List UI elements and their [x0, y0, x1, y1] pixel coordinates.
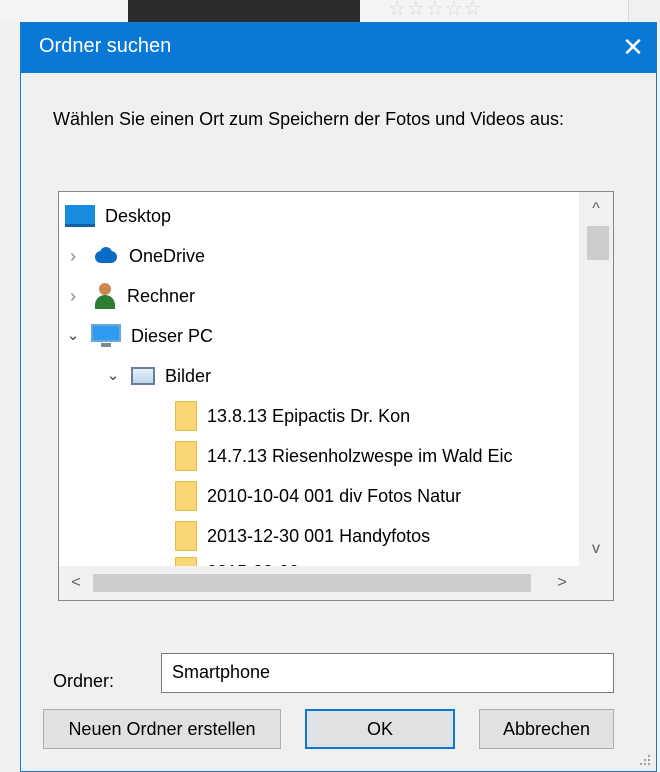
cancel-button[interactable]: Abbrechen: [479, 709, 614, 749]
background-rating-stars: ☆☆☆☆☆: [388, 0, 483, 20]
tree-item-label: Bilder: [165, 365, 212, 386]
folder-icon: [175, 441, 197, 471]
titlebar: Ordner suchen ✕: [21, 23, 656, 73]
chevron-down-icon[interactable]: ⌄: [65, 328, 81, 344]
scroll-up-icon[interactable]: ^: [579, 192, 613, 226]
tree-item-folder[interactable]: 14.7.13 Riesenholzwespe im Wald Eic: [175, 436, 512, 476]
vertical-scrollbar[interactable]: ^ v: [579, 192, 613, 600]
tree-item-label: Dieser PC: [131, 325, 214, 346]
folder-field-label: Ordner:: [53, 671, 115, 691]
dialog-title: Ordner suchen: [39, 35, 172, 57]
horizontal-scroll-thumb[interactable]: [93, 574, 531, 592]
new-folder-button[interactable]: Neuen Ordner erstellen: [43, 709, 281, 749]
tree-item-folder[interactable]: 13.8.13 Epipactis Dr. Kon: [175, 396, 410, 436]
chevron-right-icon[interactable]: ›: [65, 247, 81, 265]
tree-item-label: Desktop: [105, 205, 172, 226]
tree-item-onedrive[interactable]: › OneDrive: [65, 236, 205, 276]
ok-button[interactable]: OK: [305, 709, 455, 749]
tree-item-label: 2013-12-30 001 Handyfotos: [207, 525, 431, 546]
scroll-down-icon[interactable]: v: [579, 532, 613, 566]
folder-tree[interactable]: Desktop › OneDrive › Rechner ⌄ Dieser PC…: [58, 191, 614, 601]
dialog-prompt: Wählen Sie einen Ort zum Speichern der F…: [53, 109, 564, 129]
tree-item-rechner[interactable]: › Rechner: [65, 276, 195, 316]
onedrive-icon: [91, 247, 119, 265]
resize-grip-icon[interactable]: [638, 753, 652, 767]
close-icon[interactable]: ✕: [618, 30, 648, 64]
folder-name-input[interactable]: Smartphone: [161, 653, 614, 693]
folder-icon: [175, 521, 197, 551]
scroll-corner: [579, 566, 613, 600]
folder-icon: [175, 481, 197, 511]
tree-item-bilder[interactable]: ⌄ Bilder: [105, 356, 211, 396]
user-icon: [93, 283, 117, 309]
tree-item-label: Rechner: [127, 285, 196, 306]
desktop-icon: [65, 205, 95, 227]
scroll-right-icon[interactable]: >: [545, 566, 579, 600]
background-app-left: [0, 0, 20, 772]
horizontal-scrollbar[interactable]: < >: [59, 566, 579, 600]
computer-icon: [91, 324, 121, 348]
tree-item-folder[interactable]: 2010-10-04 001 div Fotos Natur: [175, 476, 461, 516]
tree-item-label: 13.8.13 Epipactis Dr. Kon: [207, 405, 411, 426]
tree-item-label: 14.7.13 Riesenholzwespe im Wald Eic: [207, 445, 513, 466]
scroll-left-icon[interactable]: <: [59, 566, 93, 600]
browse-folder-dialog: Ordner suchen ✕ Wählen Sie einen Ort zum…: [20, 22, 657, 772]
pictures-icon: [131, 367, 155, 385]
tree-item-label: OneDrive: [129, 245, 206, 266]
vertical-scroll-thumb[interactable]: [587, 226, 609, 260]
chevron-down-icon[interactable]: ⌄: [105, 368, 121, 384]
tree-item-label: 2010-10-04 001 div Fotos Natur: [207, 485, 462, 506]
folder-icon: [175, 401, 197, 431]
tree-item-folder[interactable]: 2013-12-30 001 Handyfotos: [175, 516, 430, 556]
chevron-right-icon[interactable]: ›: [65, 287, 81, 305]
background-photo: [128, 0, 360, 22]
tree-item-desktop[interactable]: Desktop: [59, 196, 171, 236]
tree-item-dieser-pc[interactable]: ⌄ Dieser PC: [65, 316, 213, 356]
